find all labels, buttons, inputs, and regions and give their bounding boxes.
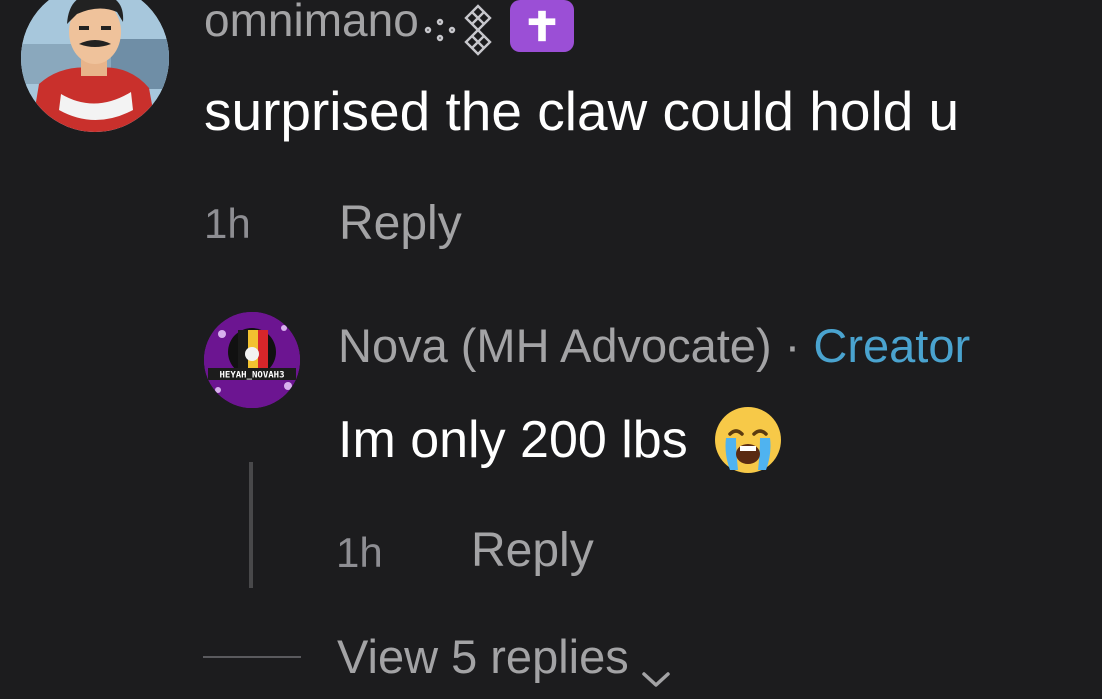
ornament-icon [418,0,506,60]
avatar-nova[interactable]: HEYAH_NOVAH3 [204,312,300,408]
reply-username[interactable]: Nova (MH Advocate) [338,319,772,372]
reply-text-row: Im only 200 lbs [338,404,784,476]
avatar-omnimano[interactable] [21,0,169,132]
reply-header: Nova (MH Advocate) · Creator [338,318,970,374]
divider-line [203,656,301,658]
view-replies-button[interactable]: View 5 replies [337,628,673,687]
comment-text: surprised the claw could hold u [204,80,960,142]
comment-reply-button[interactable]: Reply [339,196,462,252]
reply-separator: · [784,319,814,372]
latin-cross-icon [510,0,574,52]
reply-text: Im only 200 lbs [338,411,688,469]
comment-timestamp: 1h [204,200,251,247]
reply-timestamp: 1h [336,529,383,576]
comment-thread: omnimano surprised the claw could hold u… [0,0,1102,699]
comment-username[interactable]: omnimano [204,0,419,48]
nova-avatar-image: HEYAH_NOVAH3 [204,312,300,408]
chevron-down-icon [639,646,673,687]
loudly-crying-face-icon [712,404,784,476]
thread-line [249,462,253,588]
creator-badge: Creator [813,319,971,372]
reply-reply-button[interactable]: Reply [471,523,594,579]
avatar-caption: HEYAH_NOVAH3 [219,371,284,381]
omniman-avatar-image [21,0,169,132]
view-replies-label: View 5 replies [337,630,629,683]
